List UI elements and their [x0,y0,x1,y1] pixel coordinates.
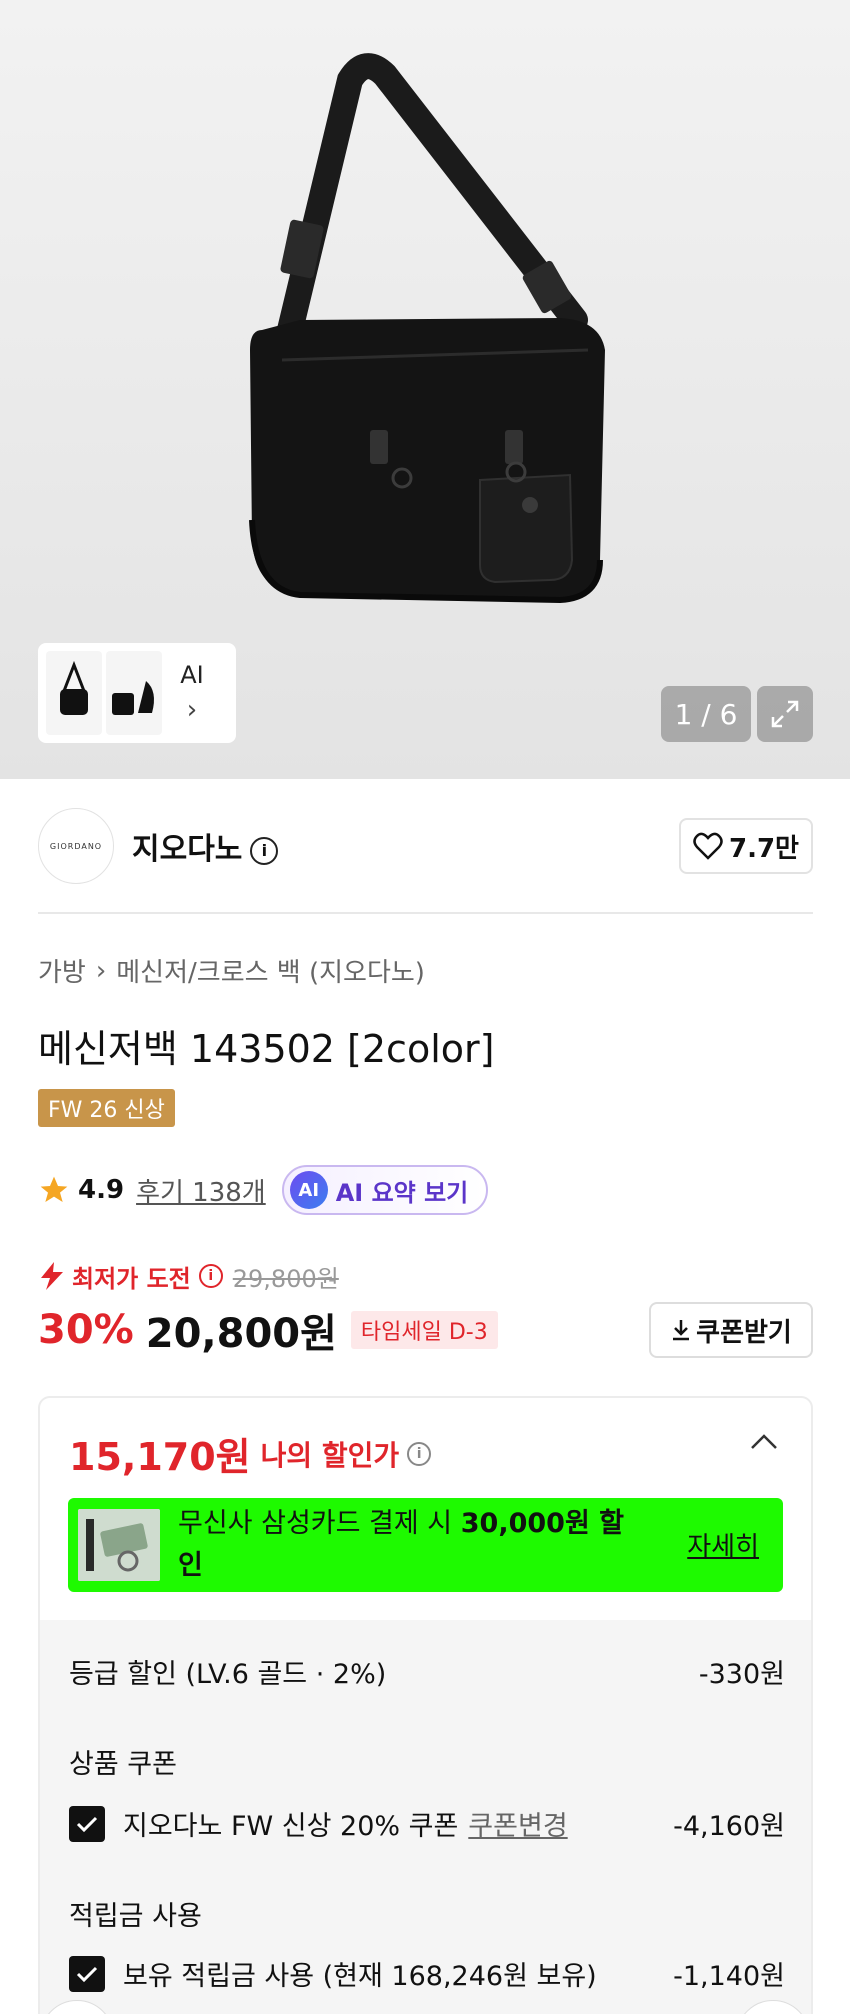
expand-image-button[interactable] [757,686,813,742]
sale-price: 20,800원 [145,1311,337,1357]
product-image-gallery[interactable]: AI › 1 / 6 [0,0,850,779]
my-discount-amount: 15,170원 [69,1435,251,1479]
card-promo-text: 무신사 삼성카드 결제 시 30,000원 할인 [178,1503,648,1587]
brand-name-text: 지오다노 [132,832,243,867]
coupon-row: 지오다노 FW 신상 20% 쿠폰 쿠폰변경 -4,160원 [69,1804,785,1843]
ai-badge-icon: AI [289,1171,328,1209]
star-icon [40,1176,68,1202]
card-image [78,1509,160,1581]
brand-logo[interactable]: GIORDANO [38,808,114,884]
like-button[interactable]: 7.7만 [679,818,813,874]
lowest-price-row: 최저가 도전 i 29,800원 [38,1258,339,1294]
reviews-link[interactable]: 후기 138개 [136,1172,266,1209]
check-icon [76,1816,98,1832]
chevron-up-icon[interactable] [749,1432,779,1452]
breadcrumb: 가방 › 메신저/크로스 백 (지오다노) [38,952,425,989]
lowest-price-label: 최저가 도전 [72,1264,191,1293]
download-icon [673,1320,690,1341]
points-value: -1,140원 [673,1961,785,1992]
info-icon[interactable]: i [198,1264,223,1288]
rating-score: 4.9 [78,1175,125,1205]
timesale-badge: 타임세일 D-3 [350,1311,498,1349]
coupon-checkbox[interactable] [69,1805,105,1842]
my-discount-panel: 15,170원 나의 할인가 i 무신사 삼성카드 결제 시 30,000원 할… [38,1396,813,2014]
chevron-right-icon: › [95,955,107,986]
like-count: 7.7만 [729,833,799,864]
coupon-value: -4,160원 [673,1811,785,1842]
coupon-button-label: 쿠폰받기 [696,1317,792,1348]
my-discount-header: 15,170원 나의 할인가 i [69,1426,432,1481]
lightning-icon [41,1262,63,1290]
coupon-label: 지오다노 FW 신상 20% 쿠폰 [123,1811,459,1842]
card-promo-banner[interactable]: 무신사 삼성카드 결제 시 30,000원 할인 자세히 [68,1498,783,1592]
price-row: 30% 20,800원 타임세일 D-3 [38,1302,498,1358]
expand-icon [771,700,799,728]
discount-percent: 30% [38,1307,134,1353]
thumbnail-2[interactable] [106,651,162,735]
ai-summary-label: AI 요약 보기 [335,1178,469,1207]
discount-breakdown: 등급 할인 (LV.6 골드 · 2%) -330원 상품 쿠폰 지오다노 FW… [40,1620,811,2014]
product-title: 메신저백 143502 [2color] [38,1027,495,1071]
grade-discount-row: 등급 할인 (LV.6 골드 · 2%) -330원 [69,1652,785,1691]
thumbnail-strip[interactable]: AI › [38,643,236,743]
card-promo-detail-link[interactable]: 자세히 [687,1526,759,1563]
rating-row: 4.9 후기 138개 AI AI 요약 보기 [38,1164,489,1216]
points-checkbox[interactable] [69,1955,105,1992]
brand-name[interactable]: 지오다노 i [132,824,279,868]
check-icon [76,1966,98,1982]
coupon-change-link[interactable]: 쿠폰변경 [468,1804,567,1843]
coupon-download-button[interactable]: 쿠폰받기 [649,1302,813,1358]
points-label: 보유 적립금 사용 (현재 168,246원 보유) [123,1961,597,1992]
divider [38,912,813,914]
breadcrumb-subcategory[interactable]: 메신저/크로스 백 (지오다노) [116,952,425,989]
points-heading: 적립금 사용 [69,1901,202,1932]
brand-row: GIORDANO 지오다노 i 7.7만 [38,808,813,884]
original-price: 29,800원 [232,1264,339,1293]
coupon-heading: 상품 쿠폰 [69,1749,177,1780]
grade-discount-value: -330원 [698,1659,785,1690]
grade-discount-label: 등급 할인 (LV.6 골드 · 2%) [69,1659,387,1690]
ai-thumbnail-button[interactable]: AI › [166,651,218,735]
ai-summary-button[interactable]: AI AI 요약 보기 [281,1165,489,1215]
page-indicator: 1 / 6 [661,686,751,742]
breadcrumb-category[interactable]: 가방 [38,952,86,989]
chevron-right-icon: › [186,695,198,725]
points-row: 보유 적립금 사용 (현재 168,246원 보유) -1,140원 [69,1954,785,1993]
ai-thumbnail-label: AI [180,661,204,689]
info-icon[interactable]: i [250,836,279,865]
heart-icon [693,832,723,860]
thumbnail-1[interactable] [46,651,102,735]
my-discount-label: 나의 할인가 [260,1438,400,1472]
info-icon[interactable]: i [407,1441,432,1466]
season-tag: FW 26 신상 [38,1089,175,1127]
card-promo-desc: 무신사 삼성카드 결제 시 [178,1508,453,1539]
